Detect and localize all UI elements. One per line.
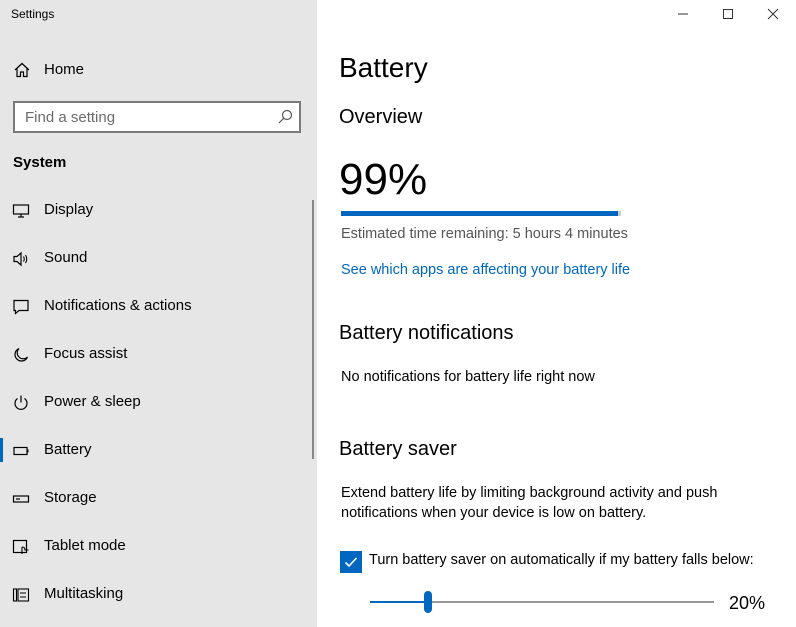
home-nav-item[interactable]: Home <box>0 52 317 88</box>
sidebar-item-battery[interactable]: Battery <box>0 428 310 472</box>
moon-icon <box>14 347 29 362</box>
sidebar-scrollbar[interactable] <box>312 200 314 459</box>
search-icon[interactable] <box>277 109 293 125</box>
sidebar-item-label: Power & sleep <box>44 393 141 410</box>
sidebar-item-label: Storage <box>44 489 97 506</box>
section-title-system: System <box>13 154 67 171</box>
multitasking-icon <box>12 588 30 602</box>
search-input[interactable] <box>15 103 265 131</box>
battery-saver-checkbox-label[interactable]: Turn battery saver on automatically if m… <box>369 552 754 568</box>
checkmark-icon <box>344 557 358 568</box>
main-content: Battery Overview 99% Estimated time rema… <box>317 0 796 627</box>
search-box[interactable] <box>13 101 301 133</box>
sidebar-item-label: Display <box>44 201 94 218</box>
slider-value: 20% <box>729 593 766 613</box>
slider-thumb[interactable] <box>424 591 432 613</box>
sidebar-item-display[interactable]: Display <box>0 188 310 232</box>
battery-progress-fill <box>341 211 619 216</box>
page-title: Battery <box>339 52 428 83</box>
sidebar-item-label: Battery <box>44 441 92 458</box>
active-indicator <box>0 438 3 462</box>
sidebar-item-tablet-mode[interactable]: Tablet mode <box>0 524 310 568</box>
sidebar-item-label: Multitasking <box>44 585 124 602</box>
sidebar-item-sound[interactable]: Sound <box>0 236 310 280</box>
estimated-time-text: Estimated time remaining: 5 hours 4 minu… <box>341 226 628 242</box>
storage-icon <box>12 495 30 503</box>
notifications-status-text: No notifications for battery life right … <box>341 369 595 385</box>
battery-saver-checkbox[interactable] <box>340 551 362 573</box>
slider-fill <box>370 601 428 603</box>
sidebar-item-label: Sound <box>44 249 88 266</box>
home-icon <box>14 62 30 78</box>
power-icon <box>14 395 28 410</box>
sidebar-item-notifications[interactable]: Notifications & actions <box>0 284 310 328</box>
battery-saver-heading: Battery saver <box>339 438 457 460</box>
sidebar-item-multitasking[interactable]: Multitasking <box>0 572 310 616</box>
sidebar-item-label: Notifications & actions <box>44 297 192 314</box>
battery-saver-threshold-slider[interactable] <box>370 591 714 613</box>
overview-heading: Overview <box>339 106 423 128</box>
tablet-mode-icon <box>12 539 29 554</box>
battery-notifications-heading: Battery notifications <box>339 322 514 344</box>
home-label: Home <box>44 61 85 78</box>
battery-apps-link[interactable]: See which apps are affecting your batter… <box>341 262 630 278</box>
battery-progress-bar <box>341 211 621 216</box>
app-title: Settings <box>11 7 55 21</box>
sidebar-item-storage[interactable]: Storage <box>0 476 310 520</box>
saver-description-line1: Extend battery life by limiting backgrou… <box>341 485 718 501</box>
sidebar-item-label: Focus assist <box>44 345 128 362</box>
sidebar-item-focus-assist[interactable]: Focus assist <box>0 332 310 376</box>
battery-icon <box>13 446 29 456</box>
battery-percentage: 99% <box>339 155 428 204</box>
speaker-icon <box>13 251 28 267</box>
sidebar-item-power-sleep[interactable]: Power & sleep <box>0 380 310 424</box>
display-icon <box>12 204 30 218</box>
notification-icon <box>13 299 29 315</box>
sidebar: Settings Home System Display Sound <box>0 0 317 627</box>
saver-description-line2: notifications when your device is low on… <box>341 505 647 521</box>
sidebar-item-label: Tablet mode <box>44 537 126 554</box>
